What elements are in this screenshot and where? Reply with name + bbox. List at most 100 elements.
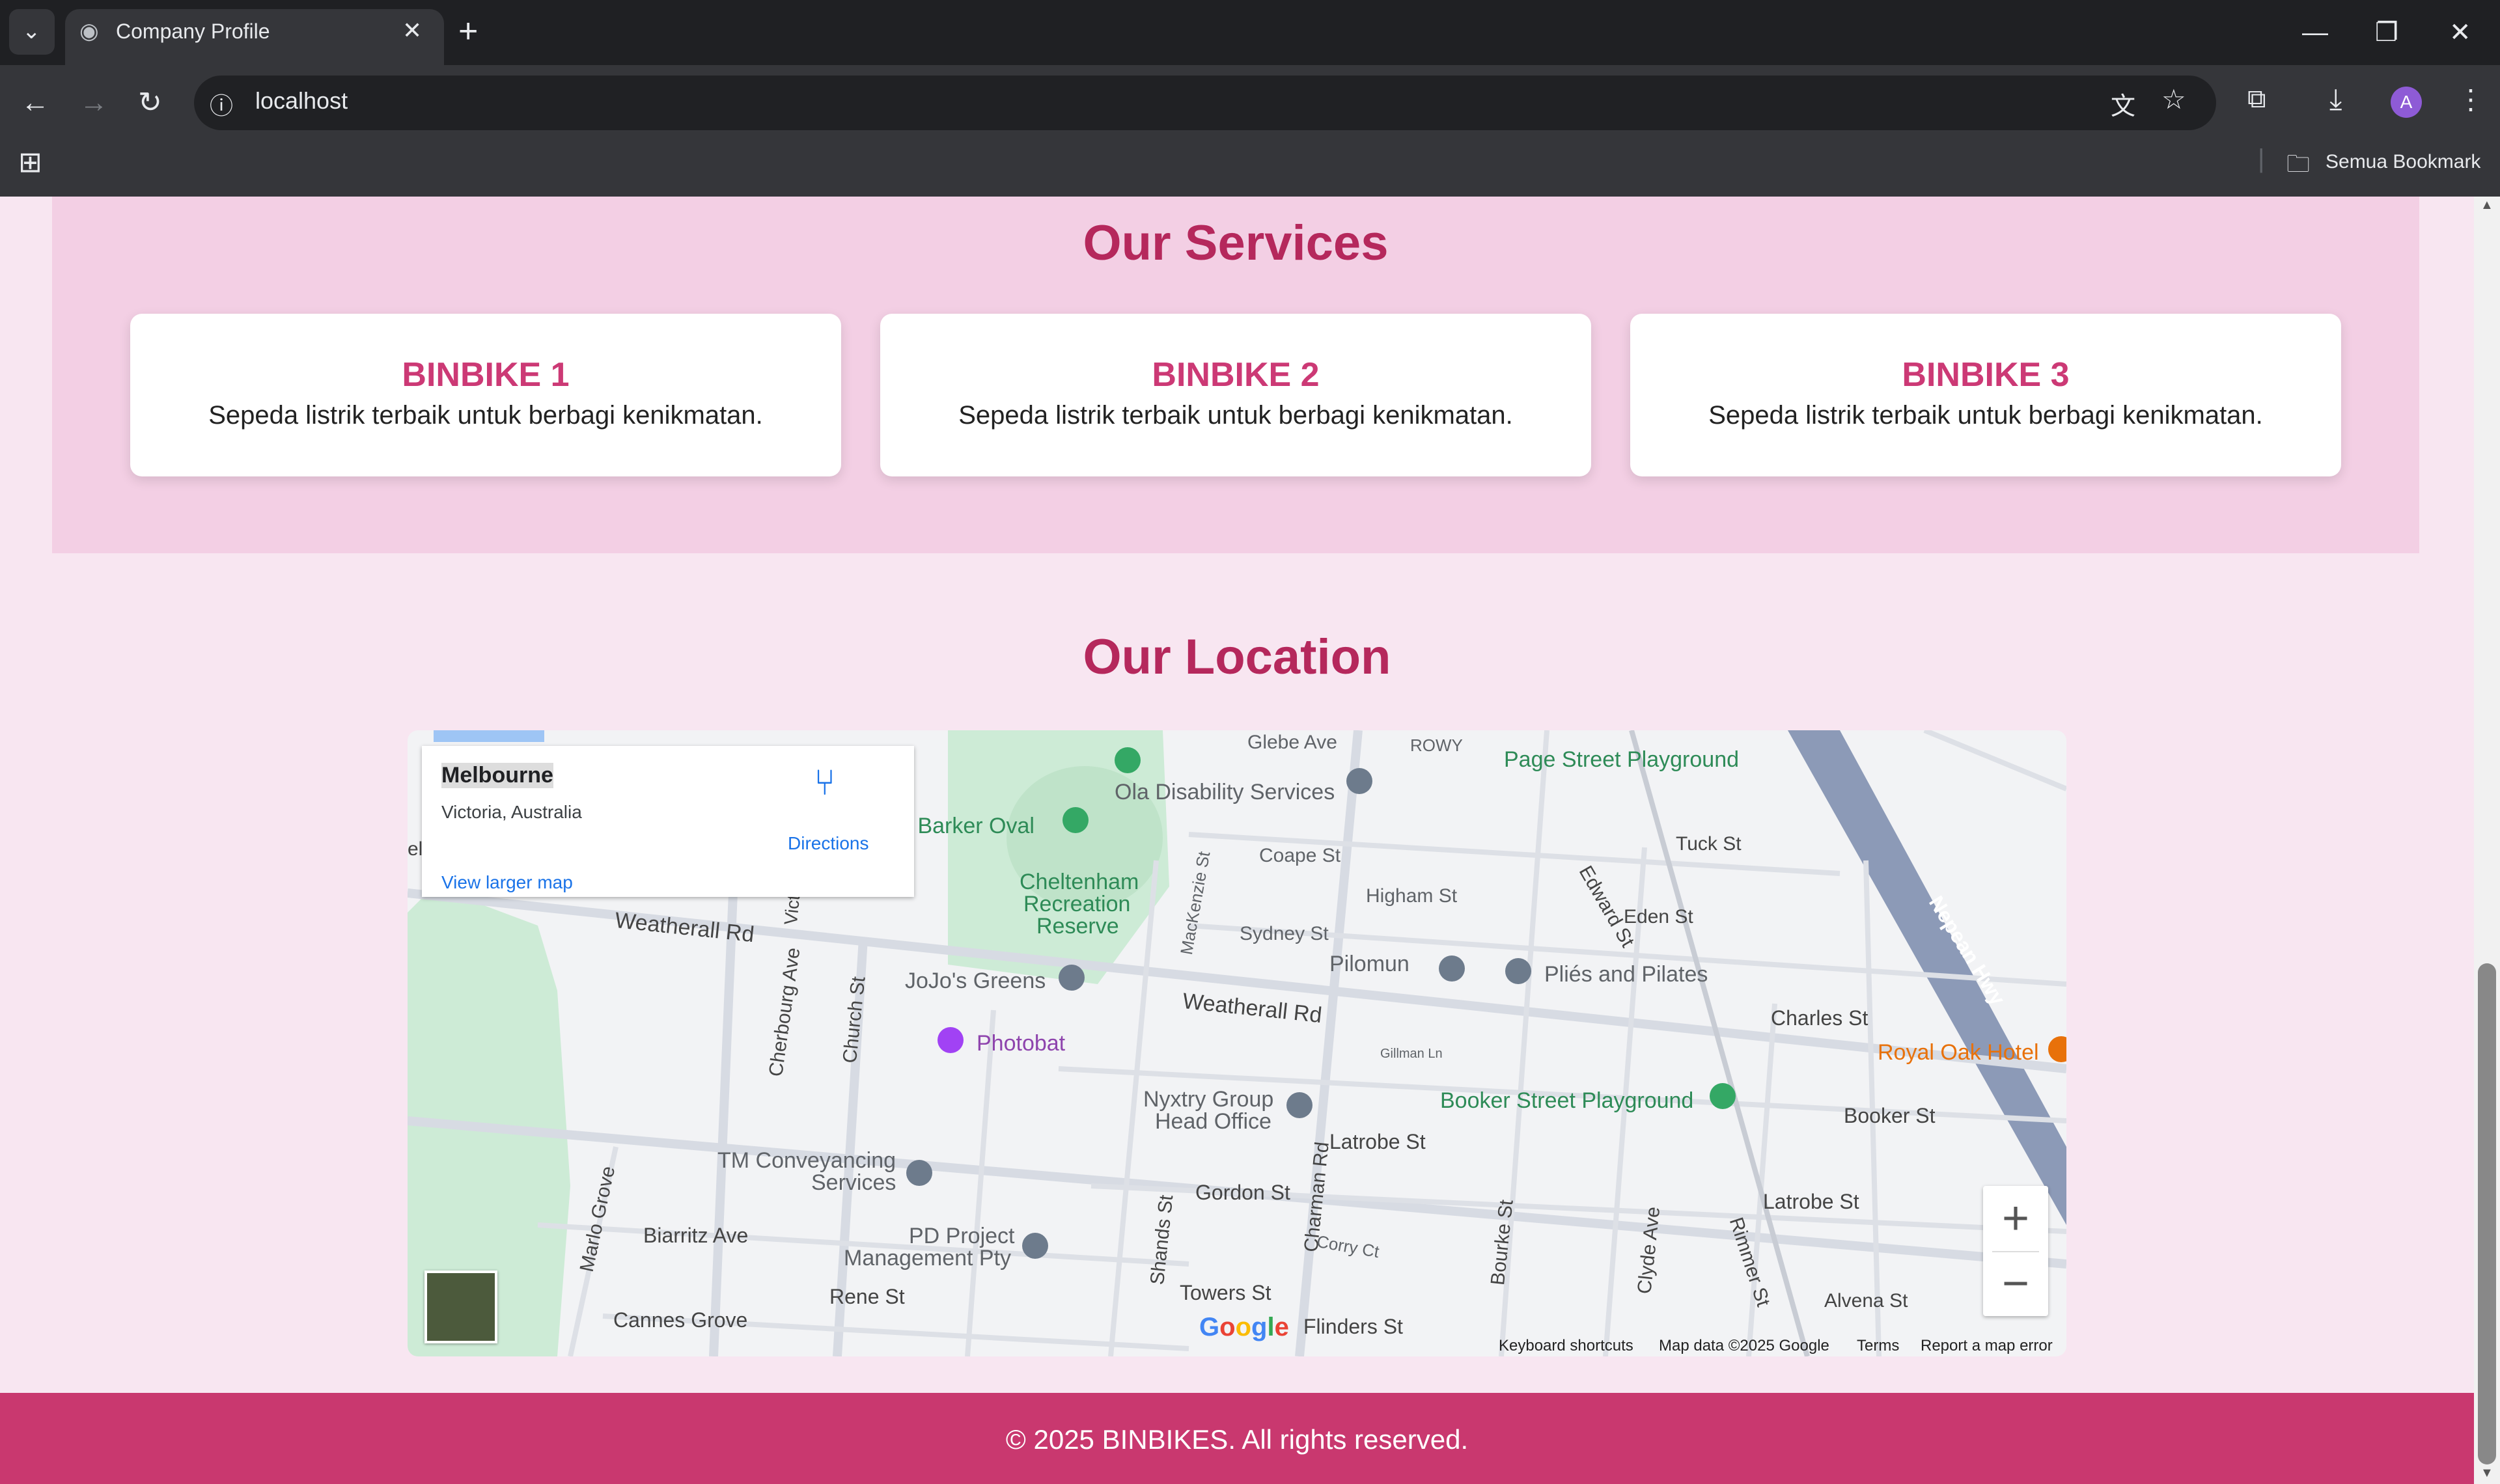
apps-grid-icon[interactable]: ⊞ (18, 146, 42, 179)
street-label: Rene St (829, 1285, 905, 1308)
street-label: Biarritz Ave (643, 1224, 749, 1247)
map-pin-icon[interactable] (1062, 807, 1089, 833)
address-bar[interactable] (194, 76, 2216, 130)
street-label: ROWY (1410, 735, 1463, 755)
tab-title: Company Profile (116, 20, 270, 43)
site-info-icon[interactable]: ⓘ (210, 87, 233, 121)
street-label: Coape St (1259, 845, 1341, 866)
map-data-text: Map data ©2025 Google (1659, 1337, 1829, 1354)
map-pin-icon[interactable] (1022, 1233, 1048, 1259)
scroll-up-icon[interactable]: ▲ (2480, 198, 2493, 213)
close-window-button[interactable]: ✕ (2449, 13, 2471, 52)
url-text[interactable]: localhost (255, 87, 348, 115)
forward-button[interactable]: → (79, 83, 108, 122)
street-label: Charles St (1771, 1006, 1868, 1030)
street-label: el (408, 838, 423, 860)
service-card-title: BINBIKE 1 (402, 356, 570, 394)
reload-button[interactable]: ↻ (138, 83, 162, 122)
menu-icon[interactable]: ⋮ (2457, 83, 2484, 115)
street-label: Latrobe St (1763, 1190, 1859, 1213)
poi-label: Management Pty (844, 1246, 1012, 1271)
poi-label: Reserve (1036, 914, 1119, 939)
map-pin-icon[interactable] (1505, 958, 1531, 984)
poi-label: Royal Oak Hotel (1878, 1040, 2039, 1065)
street-label: Cannes Grove (613, 1308, 748, 1332)
street-label: Towers St (1180, 1281, 1271, 1304)
poi-label: Services (811, 1170, 896, 1195)
poi-label: Page Street Playground (1504, 747, 1740, 772)
minimize-button[interactable]: — (2302, 13, 2328, 52)
profile-avatar[interactable]: A (2391, 87, 2422, 118)
map-pin-icon[interactable] (1286, 1092, 1312, 1118)
location-map[interactable]: Glebe Ave ROWY Page Street Playground Ol… (408, 730, 2066, 1356)
folder-icon: 🗀 (2286, 150, 2311, 177)
map-pin-icon[interactable] (1346, 768, 1372, 794)
location-title: Our Location (1083, 629, 1391, 685)
poi-label: Ola Disability Services (1115, 780, 1335, 804)
restore-button[interactable]: ❐ (2375, 13, 2398, 52)
zoom-out-button[interactable]: − (1983, 1251, 2048, 1316)
street-label: Tuck St (1676, 833, 1742, 855)
map-pin-icon[interactable] (1710, 1083, 1736, 1109)
scroll-down-icon[interactable]: ▼ (2480, 1466, 2493, 1481)
poi-label: Pilomun (1329, 952, 1410, 976)
bookmarks-bar (0, 137, 2500, 197)
star-icon[interactable]: ☆ (2161, 83, 2186, 115)
map-info-card: Melbourne Victoria, Australia ⑂ Directio… (422, 746, 914, 897)
street-label: Booker St (1844, 1104, 1936, 1127)
service-card: BINBIKE 2 Sepeda listrik terbaik untuk b… (880, 314, 1591, 476)
tab-search-button[interactable]: ⌄ (9, 9, 55, 55)
services-title: Our Services (1083, 215, 1389, 271)
street-label: Sydney St (1240, 923, 1329, 944)
street-label: Latrobe St (1329, 1130, 1426, 1153)
globe-icon: ◉ (79, 19, 99, 44)
directions-link[interactable]: Directions (788, 833, 868, 854)
street-label: Higham St (1366, 885, 1458, 907)
street-label: Gillman Ln (1380, 1047, 1443, 1061)
street-label: Flinders St (1303, 1315, 1403, 1338)
zoom-in-button[interactable]: + (1983, 1186, 2048, 1251)
map-pin-icon[interactable] (938, 1027, 964, 1053)
page-viewport: Our Services BINBIKE 1 Sepeda listrik te… (0, 197, 2474, 1484)
service-card-description: Sepeda listrik terbaik untuk berbagi ken… (1708, 401, 2263, 430)
map-pin-icon[interactable] (1439, 955, 1465, 982)
keyboard-shortcuts-link[interactable]: Keyboard shortcuts (1499, 1337, 1633, 1355)
street-label: Glebe Ave (1247, 732, 1337, 753)
map-pin-icon[interactable] (1115, 747, 1141, 773)
new-tab-button[interactable]: + (458, 12, 478, 51)
close-tab-icon[interactable]: ✕ (402, 17, 422, 44)
services-section: Our Services BINBIKE 1 Sepeda listrik te… (52, 197, 2419, 553)
chevron-down-icon: ⌄ (22, 19, 41, 44)
download-icon[interactable]: ⤓ (2329, 83, 2342, 116)
poi-label: Pliés and Pilates (1544, 962, 1708, 987)
service-card-description: Sepeda listrik terbaik untuk berbagi ken… (208, 401, 763, 430)
back-button[interactable]: ← (21, 83, 49, 122)
service-card-title: BINBIKE 2 (1152, 356, 1320, 394)
google-logo: Google (1199, 1313, 1289, 1341)
bookmarks-divider: | (2258, 144, 2265, 173)
report-map-error-link[interactable]: Report a map error (1921, 1337, 2053, 1355)
extensions-icon[interactable]: ⧉ (2247, 85, 2266, 114)
map-pin-icon[interactable] (906, 1160, 932, 1186)
site-footer: © 2025 BINBIKES. All rights reserved. (0, 1393, 2474, 1484)
poi-label: JoJo's Greens (905, 969, 1046, 993)
all-bookmarks-button[interactable]: Semua Bookmark (2326, 151, 2480, 173)
view-larger-map-link[interactable]: View larger map (441, 872, 573, 893)
translate-icon[interactable]: 文 (2111, 86, 2135, 122)
footer-copyright: © 2025 BINBIKES. All rights reserved. (1005, 1424, 1469, 1455)
service-card: BINBIKE 1 Sepeda listrik terbaik untuk b… (130, 314, 841, 476)
street-label: Vict (780, 894, 804, 926)
terms-link[interactable]: Terms (1857, 1337, 1899, 1355)
street-label: Eden St (1624, 906, 1693, 928)
zoom-control: + − (1983, 1186, 2048, 1316)
poi-label: Photobat (977, 1031, 1066, 1056)
satellite-toggle[interactable] (424, 1271, 497, 1343)
directions-icon[interactable]: ⑂ (814, 763, 836, 802)
scrollbar-thumb[interactable] (2478, 963, 2496, 1464)
service-card-title: BINBIKE 3 (1902, 356, 2070, 394)
street-label: Alvena St (1824, 1290, 1908, 1312)
place-name: Melbourne (441, 763, 553, 788)
map-pin-icon[interactable] (1059, 965, 1085, 991)
poi-label: Booker Street Playground (1440, 1088, 1694, 1113)
service-card-description: Sepeda listrik terbaik untuk berbagi ken… (958, 401, 1513, 430)
